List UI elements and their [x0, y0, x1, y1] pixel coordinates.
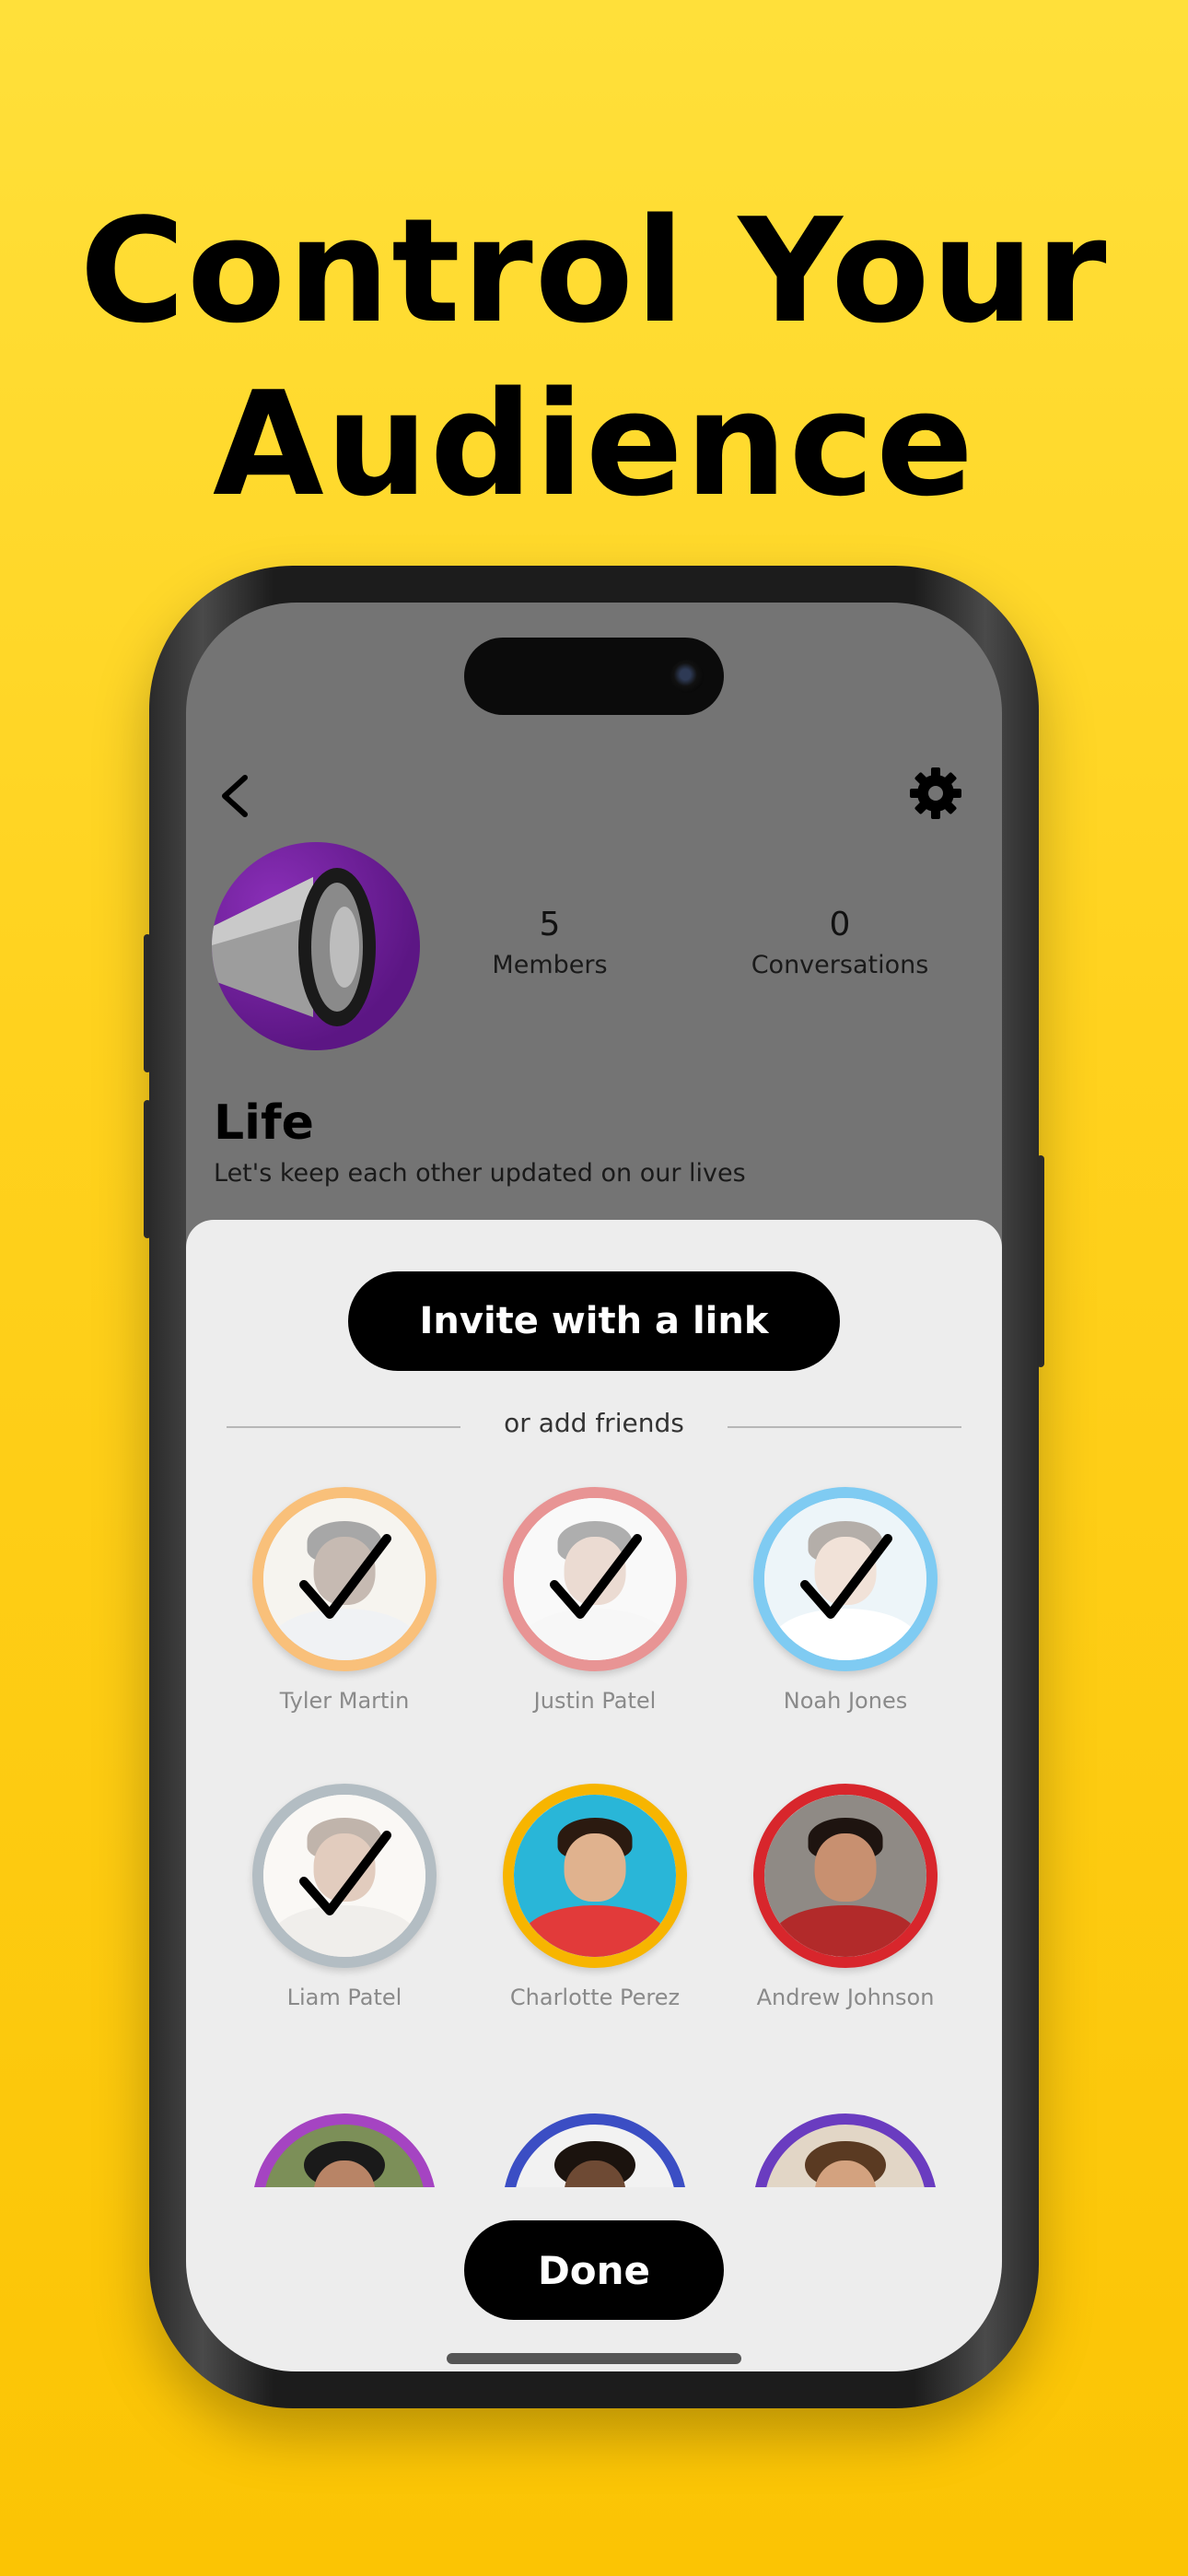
group-description: Let's keep each other updated on our liv… — [214, 1159, 746, 1188]
checkmark-icon — [299, 1534, 391, 1619]
friend-item[interactable]: Liam Patel — [219, 1784, 470, 2023]
headline: Control Your Audience — [0, 184, 1188, 531]
headline-line-2: Audience — [212, 360, 976, 528]
megaphone-icon — [212, 868, 376, 1026]
friend-avatar[interactable] — [753, 1784, 938, 1968]
friend-photo — [514, 1795, 676, 1957]
done-button[interactable]: Done — [464, 2220, 724, 2320]
friend-avatar[interactable] — [503, 1487, 687, 1671]
divider-right — [728, 1426, 961, 1428]
friend-name: Tyler Martin — [279, 1688, 410, 1714]
checkmark-icon — [550, 1534, 642, 1619]
friend-avatar[interactable] — [753, 1487, 938, 1671]
conversations-label: Conversations — [751, 951, 929, 979]
power-button — [1037, 1155, 1044, 1367]
add-members-sheet: Invite with a link or add friends Tyler … — [186, 1220, 1002, 2371]
friend-item[interactable]: Tyler Martin — [219, 1487, 470, 1727]
group-avatar — [212, 842, 420, 1050]
members-count: 5 — [539, 906, 561, 943]
phone-frame: 5 Members 0 Conversations Life Let's kee… — [144, 566, 1044, 2408]
chevron-left-icon[interactable] — [214, 768, 254, 824]
friend-name: Liam Patel — [286, 1985, 402, 2010]
camera-icon — [670, 660, 704, 693]
checkmark-icon — [299, 1831, 391, 1915]
divider-left — [227, 1426, 460, 1428]
conversations-stat[interactable]: 0 Conversations — [720, 905, 960, 982]
friends-row-partial — [186, 2086, 1002, 2187]
invite-link-button[interactable]: Invite with a link — [348, 1271, 840, 1371]
group-name: Life — [214, 1095, 314, 1151]
members-label: Members — [492, 951, 608, 979]
conversations-count: 0 — [829, 906, 851, 943]
volume-down-button — [144, 1100, 151, 1238]
members-stat[interactable]: 5 Members — [462, 905, 637, 982]
friend-name: Noah Jones — [783, 1688, 908, 1714]
friend-item[interactable]: Justin Patel — [470, 1487, 720, 1727]
checkmark-icon — [800, 1534, 892, 1619]
friend-name: Charlotte Perez — [509, 1985, 681, 2010]
friends-grid: Tyler Martin Justin Patel Noah Jones Liam P… — [186, 1487, 1002, 2010]
friend-item[interactable]: Charlotte Perez — [470, 1784, 720, 2023]
friend-avatar-partial[interactable] — [252, 2113, 437, 2187]
friend-photo — [764, 1795, 926, 1957]
home-indicator — [447, 2353, 741, 2364]
phone-screen: 5 Members 0 Conversations Life Let's kee… — [186, 603, 1002, 2371]
friend-avatar-partial[interactable] — [503, 2113, 687, 2187]
friend-name: Andrew Johnson — [756, 1985, 935, 2010]
headline-line-1: Control Your — [79, 187, 1109, 355]
friend-name: Justin Patel — [533, 1688, 657, 1714]
dynamic-island — [464, 638, 724, 715]
volume-up-button — [144, 934, 151, 1072]
divider-text: or add friends — [504, 1408, 684, 1438]
friend-avatar-partial[interactable] — [753, 2113, 938, 2187]
friend-item[interactable]: Andrew Johnson — [720, 1784, 971, 2023]
friend-avatar[interactable] — [503, 1784, 687, 1968]
gear-icon[interactable] — [906, 764, 965, 823]
friend-avatar[interactable] — [252, 1784, 437, 1968]
friend-item[interactable]: Noah Jones — [720, 1487, 971, 1727]
friend-avatar[interactable] — [252, 1487, 437, 1671]
